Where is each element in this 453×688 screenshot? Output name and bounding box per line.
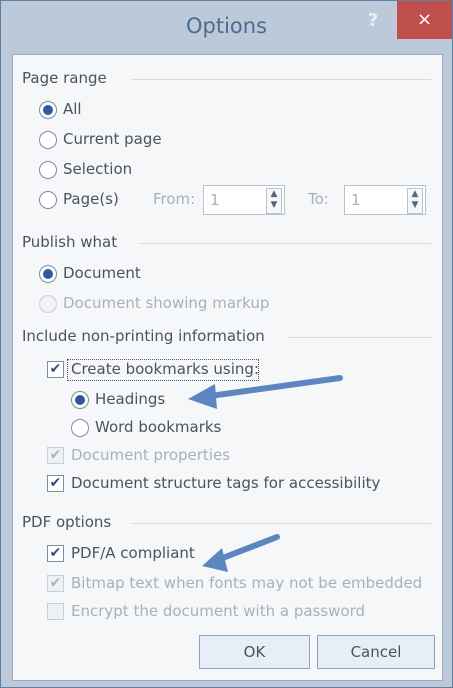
- radio-current-page-label: Current page: [63, 130, 162, 148]
- pdf-options-heading: PDF options: [22, 513, 112, 531]
- document-properties-label: Document properties: [71, 446, 231, 464]
- encrypt-label: Encrypt the document with a password: [71, 602, 366, 620]
- radio-all-label: All: [63, 100, 82, 118]
- options-dialog: Options ? × Page range All Current page …: [0, 0, 453, 688]
- from-spinner[interactable]: 1 ▲ ▼: [203, 185, 285, 215]
- radio-document-label: Document: [63, 264, 141, 282]
- to-spin-buttons[interactable]: ▲ ▼: [407, 188, 423, 214]
- title-bar: Options ? ×: [1, 1, 452, 53]
- radio-icon: [39, 161, 57, 179]
- radio-pages-label: Page(s): [63, 190, 119, 208]
- from-spin-buttons[interactable]: ▲ ▼: [266, 188, 282, 214]
- annotation-arrow-headings: [188, 375, 343, 409]
- spin-up-icon[interactable]: ▲: [271, 189, 278, 199]
- radio-selection-label: Selection: [63, 160, 133, 178]
- checkbox-checked-icon: ✔: [47, 545, 64, 562]
- pdf-options-divider: [131, 523, 431, 524]
- from-label: From:: [153, 190, 196, 208]
- to-value: 1: [351, 191, 361, 209]
- non-printing-heading: Include non-printing information: [22, 327, 265, 345]
- radio-icon: [71, 391, 89, 409]
- checkbox-checked-icon: ✔: [47, 475, 64, 492]
- radio-icon: [39, 295, 57, 313]
- radio-icon: [39, 191, 57, 209]
- spin-down-icon[interactable]: ▼: [271, 200, 278, 210]
- non-printing-divider: [288, 337, 431, 338]
- pdfa-label: PDF/A compliant: [71, 544, 195, 562]
- annotation-arrow-pdfa: [202, 534, 280, 572]
- checkbox-checked-icon: ✔: [47, 575, 64, 592]
- cancel-button[interactable]: Cancel: [317, 635, 435, 669]
- to-label: To:: [308, 190, 329, 208]
- publish-what-divider: [139, 243, 431, 244]
- page-range-divider: [131, 79, 431, 80]
- radio-icon: [71, 419, 89, 437]
- close-button[interactable]: ×: [397, 1, 452, 39]
- ok-button[interactable]: OK: [199, 635, 310, 669]
- checkbox-checked-icon: ✔: [47, 361, 64, 378]
- to-spinner[interactable]: 1 ▲ ▼: [344, 185, 426, 215]
- checkbox-unchecked-icon: [47, 603, 64, 620]
- radio-icon: [39, 265, 57, 283]
- from-value: 1: [210, 191, 220, 209]
- radio-icon: [39, 101, 57, 119]
- checkbox-checked-icon: ✔: [47, 447, 64, 464]
- spin-up-icon[interactable]: ▲: [412, 189, 419, 199]
- publish-what-heading: Publish what: [22, 233, 118, 251]
- radio-word-bookmarks-label: Word bookmarks: [95, 418, 222, 436]
- spin-down-icon[interactable]: ▼: [412, 200, 419, 210]
- structure-tags-label: Document structure tags for accessibilit…: [71, 474, 381, 492]
- radio-document-markup-label: Document showing markup: [63, 294, 270, 312]
- radio-headings-label: Headings: [95, 390, 166, 408]
- page-range-heading: Page range: [22, 69, 107, 87]
- radio-icon: [39, 131, 57, 149]
- help-button[interactable]: ?: [357, 9, 389, 33]
